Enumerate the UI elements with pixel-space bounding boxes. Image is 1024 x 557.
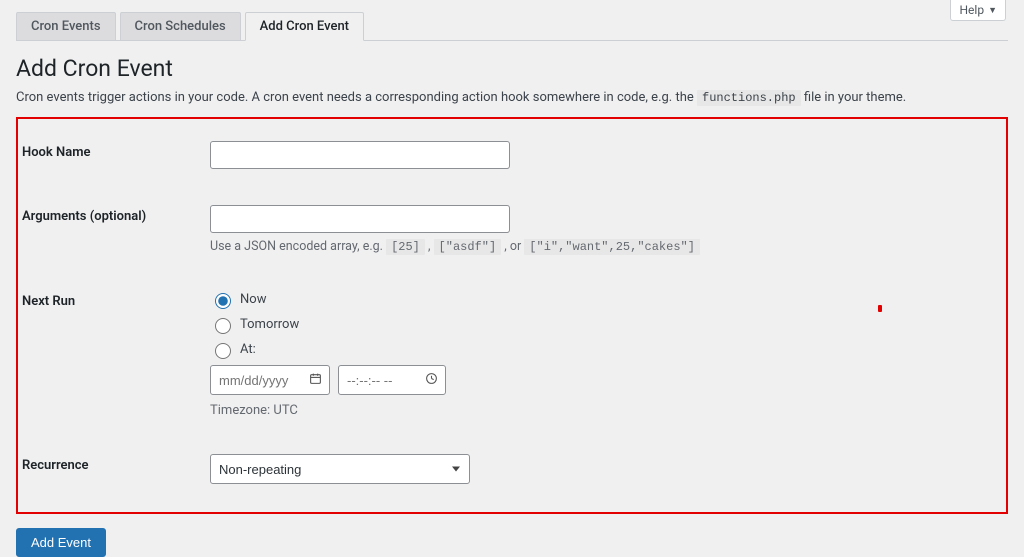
- desc-text: Cron events trigger actions in your code…: [16, 90, 697, 105]
- add-event-button[interactable]: Add Event: [16, 528, 106, 557]
- radio-at-line[interactable]: At:: [210, 340, 1002, 359]
- radio-tomorrow-line[interactable]: Tomorrow: [210, 315, 1002, 334]
- arguments-input[interactable]: [210, 205, 510, 233]
- radio-tomorrow[interactable]: [215, 318, 231, 334]
- tabs: Cron Events Cron Schedules Add Cron Even…: [16, 0, 1008, 41]
- radio-now[interactable]: [215, 293, 231, 309]
- tab-cron-events[interactable]: Cron Events: [16, 12, 116, 40]
- arguments-label: Arguments (optional): [22, 205, 210, 224]
- help-dropdown[interactable]: Help ▼: [950, 0, 1006, 21]
- hook-name-label: Hook Name: [22, 141, 210, 160]
- hint-sep: , or: [504, 239, 524, 254]
- form-highlight-box: Hook Name Arguments (optional) Use a JSO…: [16, 117, 1008, 514]
- hint-code: ["asdf"]: [434, 239, 502, 255]
- hook-name-input[interactable]: [210, 141, 510, 169]
- tab-cron-schedules[interactable]: Cron Schedules: [120, 12, 241, 40]
- time-input[interactable]: [338, 365, 446, 395]
- page-description: Cron events trigger actions in your code…: [16, 90, 1008, 105]
- next-run-label: Next Run: [22, 290, 210, 309]
- radio-at-label: At:: [240, 342, 256, 357]
- timezone-text: Timezone: UTC: [210, 403, 1002, 418]
- desc-code: functions.php: [697, 90, 801, 106]
- recurrence-label: Recurrence: [22, 454, 210, 473]
- hint-code: ["i","want",25,"cakes"]: [524, 239, 700, 255]
- date-input[interactable]: [210, 365, 330, 395]
- desc-text-suffix: file in your theme.: [804, 90, 906, 105]
- radio-now-line[interactable]: Now: [210, 290, 1002, 309]
- hint-sep: ,: [428, 239, 434, 254]
- row-next-run: Next Run Now Tomorrow At:: [22, 282, 1002, 426]
- arguments-hint: Use a JSON encoded array, e.g. [25] , ["…: [210, 239, 1002, 254]
- recurrence-select[interactable]: Non-repeating: [210, 454, 470, 484]
- radio-at[interactable]: [215, 343, 231, 359]
- hint-text: Use a JSON encoded array, e.g.: [210, 239, 386, 254]
- row-hook-name: Hook Name: [22, 133, 1002, 177]
- content: Add Cron Event Cron events trigger actio…: [0, 55, 1024, 557]
- radio-tomorrow-label: Tomorrow: [240, 317, 299, 332]
- tab-add-cron-event[interactable]: Add Cron Event: [245, 12, 364, 41]
- date-time-row: [210, 365, 1002, 395]
- page-title: Add Cron Event: [16, 55, 1008, 82]
- recurrence-select-wrap: Non-repeating: [210, 454, 470, 484]
- row-arguments: Arguments (optional) Use a JSON encoded …: [22, 197, 1002, 262]
- radio-now-label: Now: [240, 292, 266, 307]
- red-marker: [878, 305, 882, 312]
- caret-down-icon: ▼: [988, 5, 997, 16]
- hint-code: [25]: [386, 239, 425, 255]
- help-label: Help: [959, 3, 984, 17]
- row-recurrence: Recurrence Non-repeating: [22, 446, 1002, 492]
